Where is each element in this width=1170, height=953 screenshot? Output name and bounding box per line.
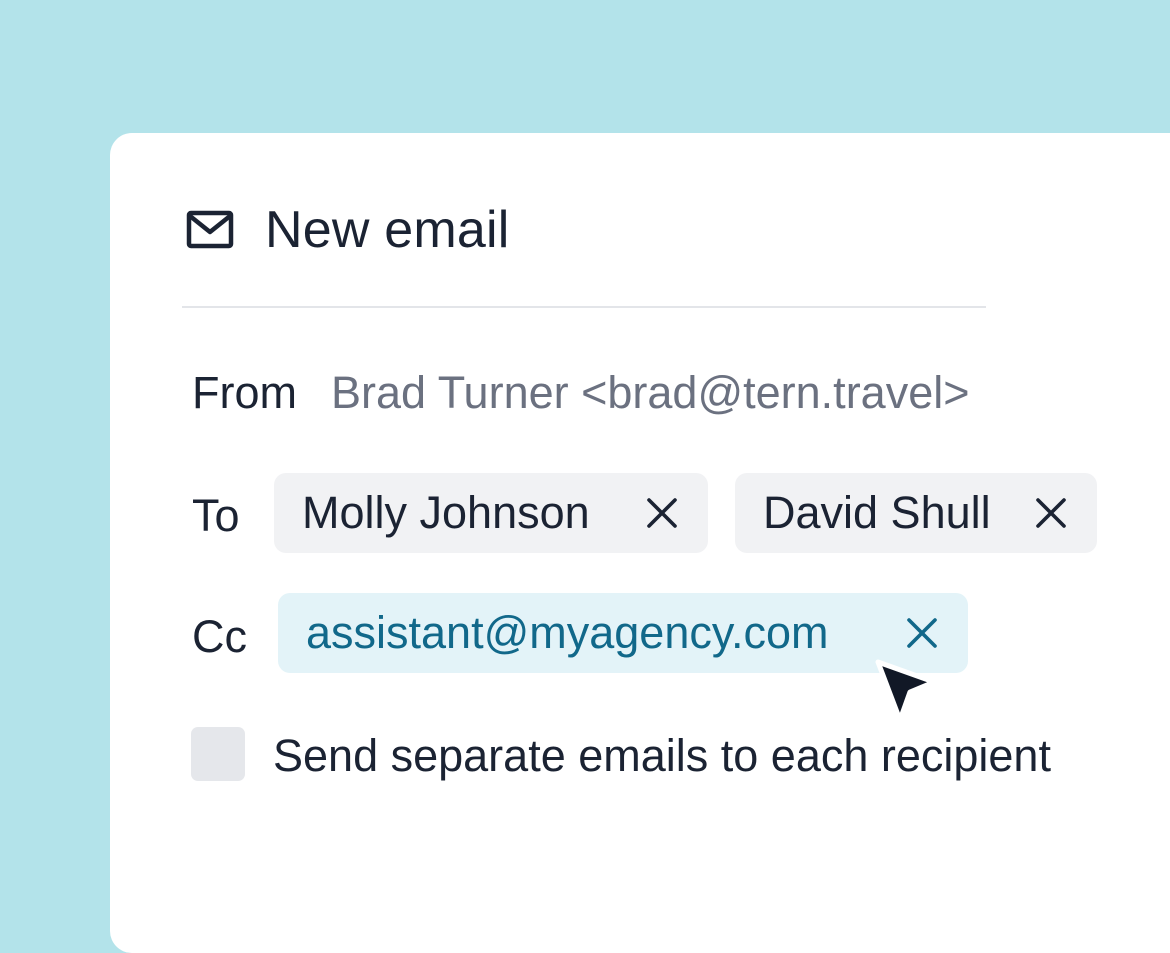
separate-emails-checkbox[interactable] [191, 727, 245, 781]
from-value[interactable]: Brad Turner <brad@tern.travel> [331, 370, 970, 415]
mail-icon [186, 210, 234, 249]
recipient-name: assistant@myagency.com [306, 607, 829, 658]
header-divider [182, 306, 986, 308]
to-recipient-chip[interactable]: Molly Johnson [274, 473, 708, 553]
email-compose-card: New email From Brad Turner <brad@tern.tr… [110, 133, 1170, 953]
from-label: From [192, 367, 297, 418]
compose-header: New email [186, 195, 510, 265]
close-icon[interactable] [906, 617, 938, 649]
compose-title: New email [265, 201, 510, 259]
close-icon[interactable] [646, 497, 678, 529]
close-icon[interactable] [1035, 497, 1067, 529]
recipient-name: David Shull [763, 487, 991, 538]
pointer-cursor-icon [875, 659, 937, 723]
cc-recipient-chip[interactable]: assistant@myagency.com [278, 593, 968, 673]
separate-emails-label[interactable]: Send separate emails to each recipient [273, 733, 1051, 778]
recipient-name: Molly Johnson [302, 487, 590, 538]
to-recipient-chip[interactable]: David Shull [735, 473, 1097, 553]
to-label: To [192, 490, 240, 541]
cc-label: Cc [192, 611, 247, 662]
